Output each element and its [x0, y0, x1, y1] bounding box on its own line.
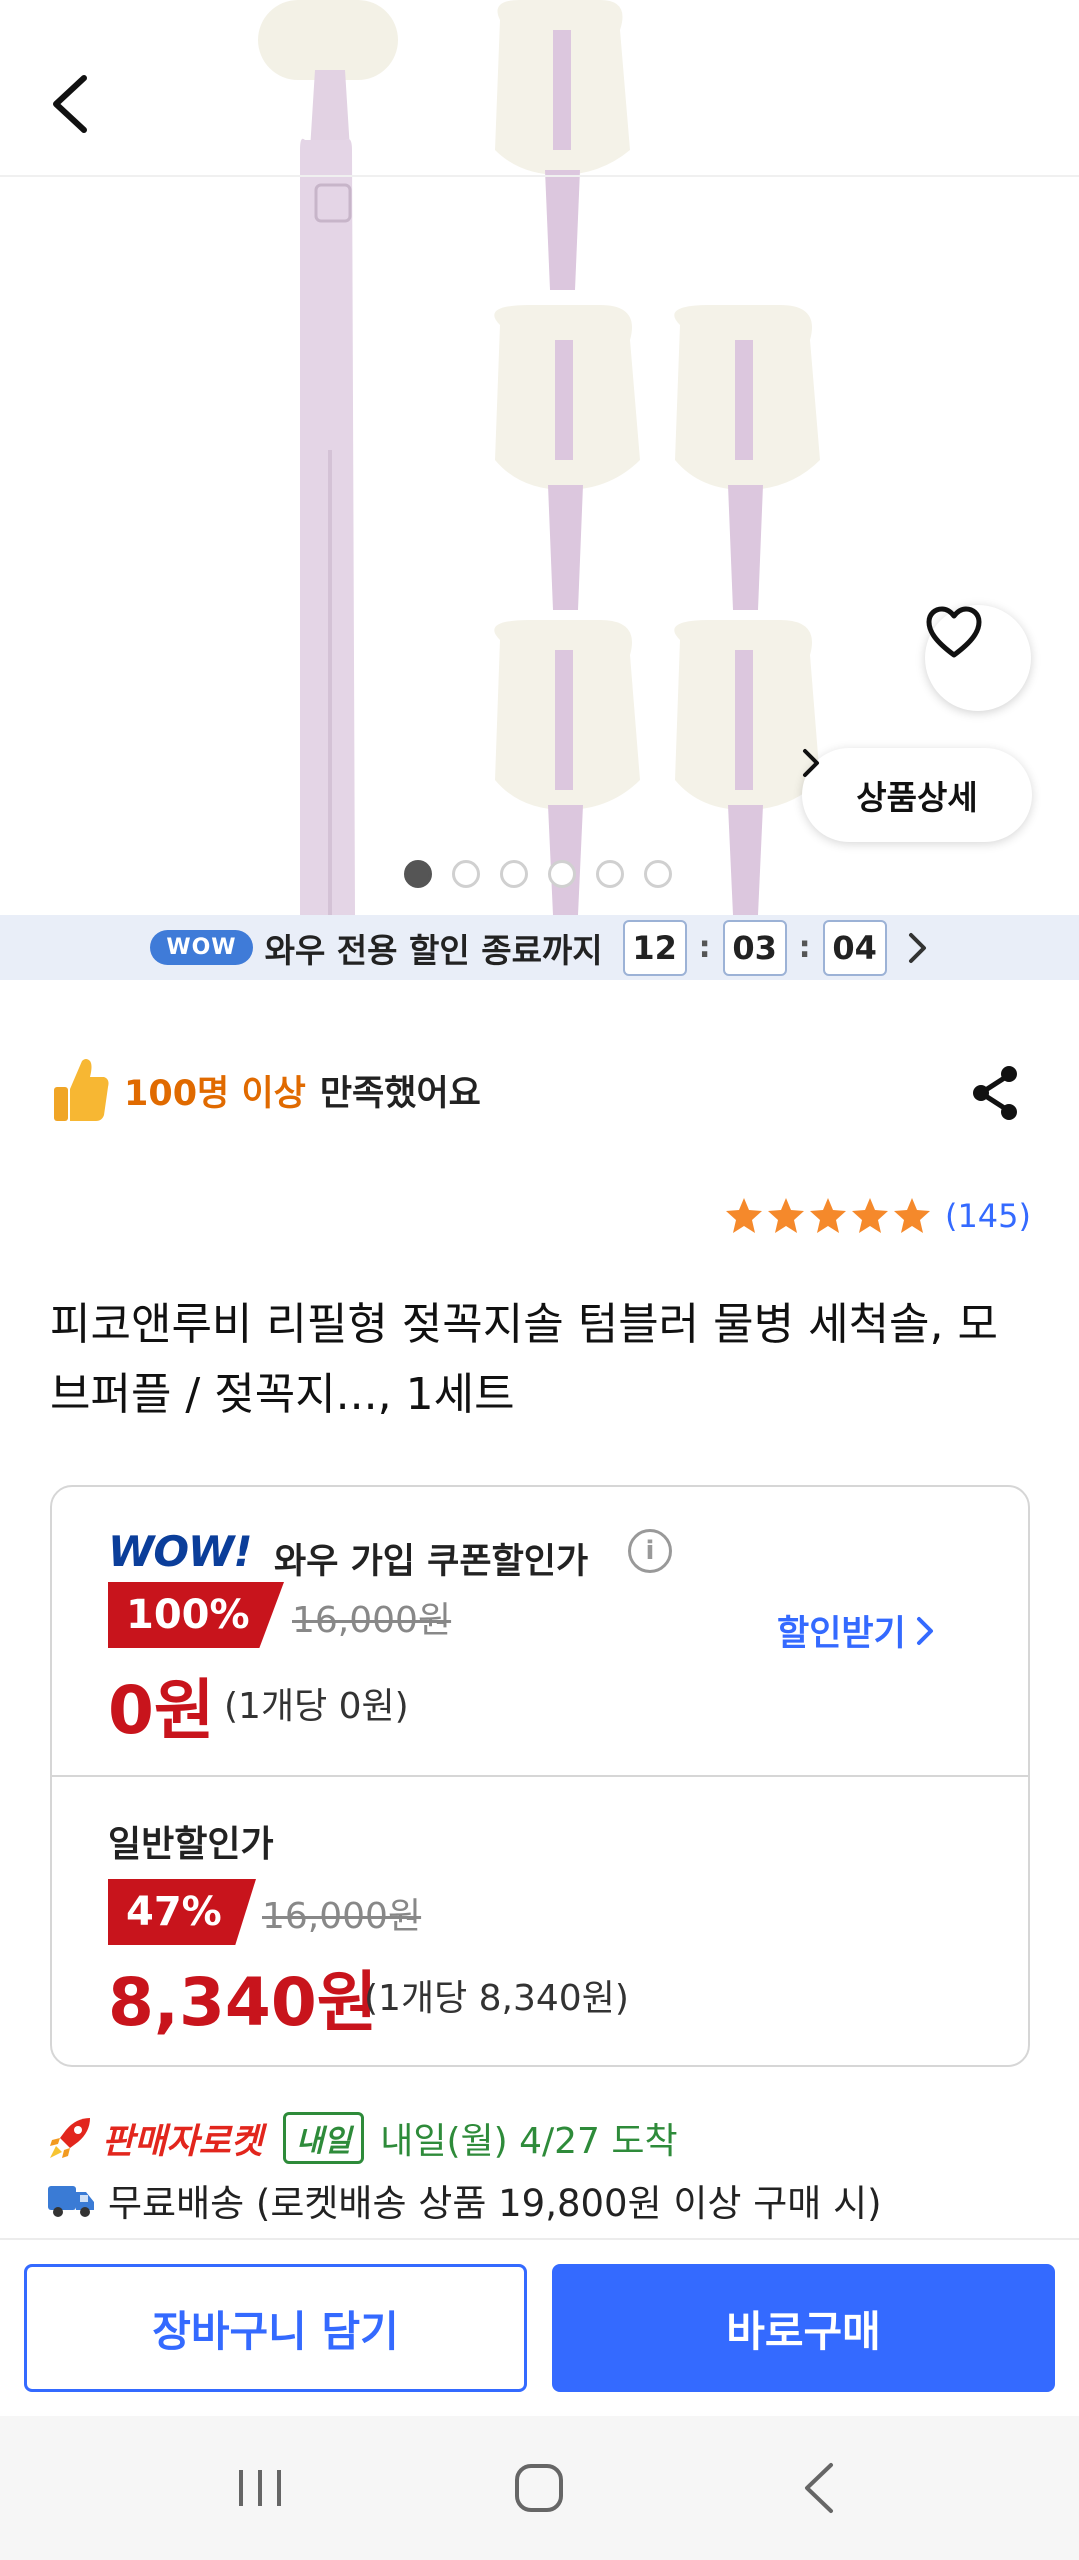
timer-seconds: 04	[822, 919, 887, 976]
wow-original-price: 16,000원	[292, 1600, 452, 1641]
tomorrow-badge: 내일	[283, 2112, 365, 2164]
product-detail-button[interactable]: 상품상세	[802, 748, 1032, 842]
timer-separator: :	[698, 930, 711, 965]
system-navigation-bar	[0, 2416, 1079, 2560]
normal-original-price: 16,000원	[262, 1896, 422, 1937]
system-back-button[interactable]	[759, 2443, 879, 2533]
review-count[interactable]: (145)	[945, 1197, 1031, 1235]
chevron-right-icon	[803, 749, 819, 777]
carousel-dot[interactable]	[452, 860, 480, 888]
wow-coupon-label: 와우 가입 쿠폰할인가	[274, 1542, 589, 1582]
rocket-icon	[50, 2118, 90, 2158]
rocket-label: 판매자로켓	[102, 2121, 264, 2162]
home-button[interactable]	[479, 2443, 599, 2533]
topbar-divider	[0, 175, 1079, 177]
rocket-delivery-row: 판매자로켓 내일 내일(월) 4/27 도착	[46, 2108, 678, 2168]
product-image-carousel[interactable]: 상품상세	[0, 0, 1079, 915]
truck-icon	[48, 2186, 94, 2217]
carousel-dot[interactable]	[404, 860, 432, 888]
share-button[interactable]	[960, 1058, 1030, 1128]
free-shipping-row: 무료배송 (로켓배송 상품 19,800원 이상 구매 시)	[46, 2170, 882, 2230]
normal-unit-price: (1개당 8,340원)	[364, 1978, 629, 2019]
carousel-dot[interactable]	[500, 860, 528, 888]
product-detail-label: 상품상세	[856, 778, 978, 817]
wow-timer-banner[interactable]: WOW 와우 전용 할인 종료까지 12 : 03 : 04	[0, 915, 1079, 980]
carousel-dot[interactable]	[548, 860, 576, 888]
thumbs-up-icon	[54, 1059, 109, 1121]
bottom-action-bar: 장바구니 담기 바로구매	[0, 2238, 1079, 2416]
product-title: 피코앤루비 리필형 젖꼭지솔 텀블러 물병 세척솔, 모브퍼플 / 젖꼭지...…	[50, 1299, 998, 1420]
claim-discount-button[interactable]: 할인받기	[777, 1605, 934, 1656]
chevron-left-icon	[53, 75, 87, 133]
free-shipping-text: 무료배송 (로켓배송 상품 19,800원 이상 구매 시)	[108, 2182, 882, 2225]
star-rating-icon	[725, 1198, 930, 1233]
carousel-dot[interactable]	[596, 860, 624, 888]
normal-final-price: 8,340원	[108, 1964, 378, 2041]
share-icon	[973, 1066, 1017, 1120]
wow-discount-badge: 100%	[108, 1582, 284, 1648]
back-button[interactable]	[48, 72, 118, 152]
timer-separator: :	[798, 930, 811, 965]
wow-logo: WOW!	[108, 1527, 253, 1576]
wow-banner-text: 와우 전용 할인 종료까지	[264, 930, 603, 970]
wow-final-price: 0원	[108, 1672, 215, 1749]
recents-button[interactable]	[200, 2443, 320, 2533]
satisfaction-row: 100명 이상 만족했어요	[50, 1050, 481, 1130]
wishlist-button[interactable]	[925, 605, 1031, 711]
wow-price-section: WOW! 와우 가입 쿠폰할인가 i 100% 16,000원 0원 (1개당 …	[52, 1487, 1028, 1777]
claim-discount-label: 할인받기	[777, 1614, 906, 1654]
timer-minutes: 03	[722, 919, 787, 976]
carousel-dot[interactable]	[644, 860, 672, 888]
satisfaction-text: 만족했어요	[319, 1073, 481, 1114]
home-icon	[515, 2464, 564, 2512]
chevron-right-icon	[916, 1616, 933, 1645]
normal-discount-badge: 47%	[108, 1879, 256, 1945]
recents-icon	[238, 2470, 281, 2506]
add-to-cart-button[interactable]: 장바구니 담기	[24, 2264, 527, 2392]
wow-unit-price: (1개당 0원)	[224, 1686, 409, 1727]
arrival-date: 내일(월) 4/27 도착	[380, 2121, 678, 2162]
chevron-right-icon	[908, 932, 926, 963]
rating-summary[interactable]: (145)	[724, 1196, 1031, 1236]
back-icon	[805, 2463, 834, 2513]
timer-hours: 12	[622, 919, 687, 976]
info-icon[interactable]: i	[628, 1529, 672, 1573]
satisfaction-highlight: 100명 이상	[124, 1073, 306, 1114]
heart-outline-icon	[926, 606, 982, 658]
carousel-indicator	[404, 860, 672, 888]
buy-now-button[interactable]: 바로구매	[552, 2264, 1055, 2392]
normal-price-label: 일반할인가	[108, 1824, 274, 1865]
price-box: WOW! 와우 가입 쿠폰할인가 i 100% 16,000원 0원 (1개당 …	[50, 1485, 1030, 2067]
wow-pill-badge: WOW	[150, 930, 253, 965]
